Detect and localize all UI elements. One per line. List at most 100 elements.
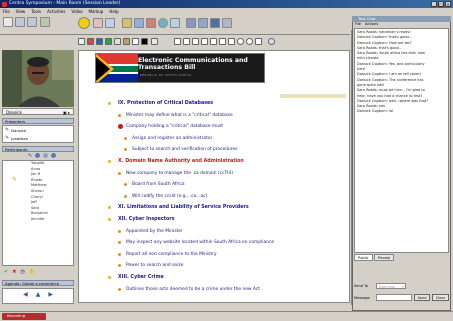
layout-icon[interactable] bbox=[222, 18, 232, 28]
square-tool-icon[interactable] bbox=[255, 38, 262, 45]
minimize-button[interactable]: _ bbox=[431, 1, 437, 7]
ellipse-tool-icon[interactable] bbox=[237, 38, 244, 45]
outline-item: Will codify the ccsld (e.g., .co, .ac) bbox=[132, 193, 208, 199]
main-toolbar bbox=[0, 15, 350, 35]
star-tool-icon[interactable] bbox=[96, 38, 103, 45]
clear-button[interactable]: Clear bbox=[432, 294, 449, 301]
outline-item: Report all non compliance to the Ministr… bbox=[126, 251, 217, 257]
chat-menu-actions[interactable]: Actions bbox=[365, 22, 378, 27]
whiteboard-icon[interactable] bbox=[170, 18, 180, 28]
bullet-icon bbox=[108, 160, 111, 163]
chat-menu-file[interactable]: File bbox=[355, 22, 361, 27]
select-tool-icon[interactable] bbox=[78, 38, 85, 45]
clock-icon[interactable]: ◷ bbox=[20, 269, 24, 275]
record-tool-icon[interactable] bbox=[40, 17, 50, 27]
video-panel bbox=[2, 50, 74, 107]
audio-icon[interactable] bbox=[43, 153, 49, 158]
chat-log: Sara Roads: vanathan's ready! Dansick Co… bbox=[354, 28, 449, 253]
agenda-up-icon[interactable]: ▲ bbox=[36, 291, 41, 298]
cross-icon[interactable]: ✖ bbox=[12, 269, 16, 275]
participants-list: ✎ YongHe Anna Jim R Rhode Matthew Sharon… bbox=[2, 160, 74, 266]
bullet-icon bbox=[118, 113, 121, 117]
agenda-prev-icon[interactable]: ◀ bbox=[23, 291, 28, 298]
markup-toolbar bbox=[78, 36, 290, 48]
send-button[interactable]: Send bbox=[414, 294, 430, 301]
video-options-icon[interactable]: ▣ ▸ bbox=[63, 109, 70, 115]
status-icon[interactable] bbox=[35, 153, 41, 158]
rectangle-tool-icon[interactable] bbox=[219, 38, 226, 45]
globe-icon[interactable] bbox=[158, 18, 168, 28]
filled-rect-tool-icon[interactable] bbox=[228, 38, 235, 45]
outline-item: Power to search and seize bbox=[126, 263, 184, 269]
agenda-next-icon[interactable]: ▶ bbox=[48, 291, 53, 298]
arrow-tool-icon[interactable] bbox=[192, 38, 199, 45]
menu-activities[interactable]: Activities bbox=[47, 8, 65, 15]
menu-tools[interactable]: Tools bbox=[31, 8, 41, 15]
pen-icon[interactable]: ✎ bbox=[28, 153, 32, 159]
bullet-icon bbox=[118, 252, 121, 256]
agenda-label: Agenda bbox=[5, 281, 20, 286]
outline-item: May inspect any website located within S… bbox=[126, 240, 275, 246]
tab-public[interactable]: Public bbox=[354, 254, 373, 261]
breakout-icon[interactable] bbox=[198, 18, 208, 28]
laugh-icon[interactable] bbox=[105, 18, 115, 28]
smile-icon[interactable] bbox=[93, 18, 103, 28]
video-icon[interactable] bbox=[51, 153, 57, 158]
clear-markup-icon[interactable] bbox=[268, 38, 275, 45]
application-share-icon[interactable] bbox=[134, 18, 144, 28]
poll-icon[interactable] bbox=[186, 18, 196, 28]
close-button[interactable]: × bbox=[445, 1, 451, 7]
tab-private[interactable]: Private bbox=[373, 254, 395, 261]
menu-view[interactable]: View bbox=[16, 8, 26, 15]
outline-item: Subject to search and verification of pr… bbox=[132, 147, 238, 153]
outline-item: Outlines those acts deemed to be a crime… bbox=[126, 286, 260, 292]
menu-file[interactable]: File bbox=[3, 8, 10, 15]
hand-icon[interactable]: ✋ bbox=[29, 269, 35, 275]
participant-entries: YongHe Anna Jim R Rhode Matthew Sharon C… bbox=[3, 161, 73, 223]
maximize-button[interactable]: □ bbox=[438, 1, 444, 7]
pen-icon: ✎ bbox=[12, 176, 18, 183]
pointer-tool-icon[interactable] bbox=[3, 17, 13, 27]
raise-hand-icon[interactable] bbox=[78, 17, 90, 29]
menu-video[interactable]: Video bbox=[71, 8, 82, 15]
files-icon[interactable] bbox=[122, 18, 132, 28]
bullet-icon bbox=[124, 194, 127, 198]
list-item[interactable]: ✎ Dansick bbox=[3, 126, 73, 134]
highlight-tool-icon[interactable] bbox=[87, 38, 94, 45]
pencil-tool-icon[interactable] bbox=[183, 38, 190, 45]
text-tool-icon[interactable] bbox=[174, 38, 181, 45]
brush-tool-icon[interactable] bbox=[201, 38, 208, 45]
outline-item: New company to manage the .za domain (cc… bbox=[126, 170, 233, 176]
check-icon[interactable]: ✔ bbox=[4, 269, 8, 275]
pen-icon: ✎ bbox=[5, 135, 10, 141]
web-safari-icon[interactable] bbox=[146, 18, 156, 28]
video-presenter-name: Dansick bbox=[6, 110, 22, 115]
outline-item: X. Domain Name Authority and Administrat… bbox=[118, 159, 244, 164]
pen-icon: ✎ bbox=[5, 127, 10, 133]
menu-markup[interactable]: Markup bbox=[89, 8, 104, 15]
list-item[interactable]: ✎ Jonathan bbox=[3, 134, 73, 142]
menu-help[interactable]: Help bbox=[109, 8, 118, 15]
send-to-label: Send To bbox=[354, 284, 368, 288]
recording-button[interactable]: Recording bbox=[2, 313, 46, 320]
window-title: Centra Symposium - Main Room (Session Le… bbox=[9, 1, 121, 6]
presenters-list: ✎ Dansick ✎ Jonathan bbox=[2, 125, 74, 143]
fill-tool-icon[interactable] bbox=[151, 38, 158, 45]
clipboard-tool-icon[interactable] bbox=[114, 38, 121, 45]
presenter-video-image bbox=[2, 50, 74, 107]
pen-tool-icon[interactable] bbox=[123, 38, 130, 45]
evaluation-icon[interactable] bbox=[210, 18, 220, 28]
line-tool-icon[interactable] bbox=[132, 38, 139, 45]
list-item[interactable]: Jennifer bbox=[31, 217, 73, 223]
eraser-tool-icon[interactable] bbox=[210, 38, 217, 45]
presenter-name: Dansick bbox=[11, 127, 27, 133]
filled-ellipse-tool-icon[interactable] bbox=[246, 38, 253, 45]
audio-tool-icon[interactable] bbox=[15, 17, 25, 27]
send-to-select[interactable]: Everyone ▾ bbox=[376, 283, 406, 289]
window-controls: _ □ × bbox=[431, 1, 451, 7]
check-tool-icon[interactable] bbox=[105, 38, 112, 45]
message-input[interactable] bbox=[376, 294, 412, 301]
send-to-value: Everyone bbox=[379, 285, 395, 289]
color-black-icon[interactable] bbox=[141, 38, 148, 45]
mic-tool-icon[interactable] bbox=[27, 17, 37, 27]
